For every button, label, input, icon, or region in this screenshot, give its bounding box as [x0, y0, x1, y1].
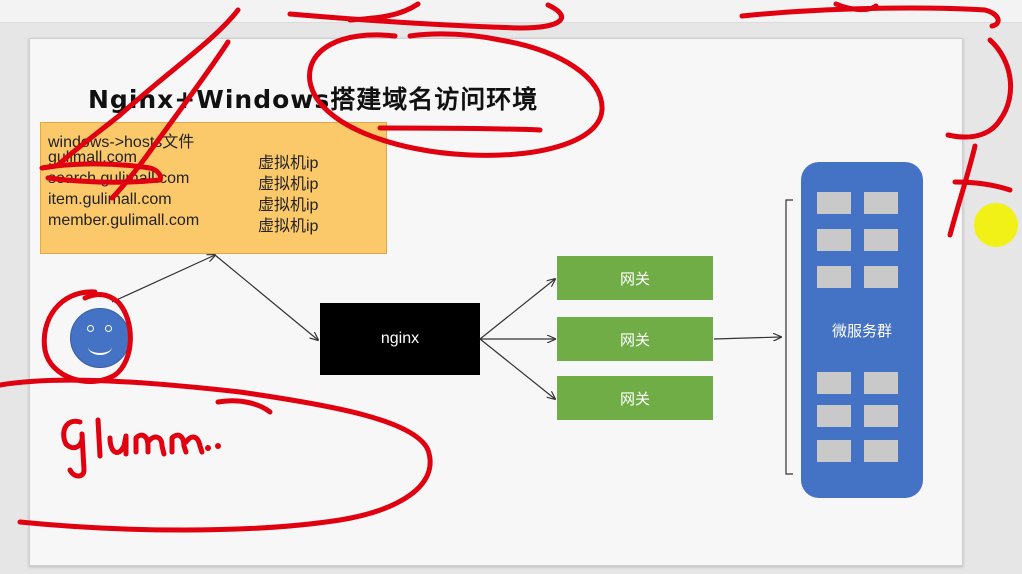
arrow-hosts-to-nginx: [214, 254, 318, 340]
ink-circle-user: [41, 289, 133, 385]
ink-loop: [0, 377, 433, 533]
ink-stroke: [109, 39, 231, 201]
ink-stroke: [215, 398, 273, 415]
ink-dots: [205, 443, 221, 451]
ink-stroke: [39, 161, 163, 185]
ink-stroke: [945, 37, 1014, 140]
ink-glyph: [95, 417, 103, 459]
arrow-nginx-to-gateway-3: [479, 338, 555, 399]
ink-underline-title: [377, 125, 543, 133]
ink-glyph: [169, 432, 205, 455]
ink-glyph: [133, 432, 167, 457]
services-bracket: [785, 199, 793, 475]
ink-stroke: [947, 143, 978, 238]
arrow-nginx-to-gateway-1: [479, 279, 555, 340]
ink-stroke: [287, 2, 564, 31]
diagram-overlay: [0, 1, 1018, 533]
arrow-gateway-to-services: [713, 337, 781, 339]
arrow-user-to-hosts: [111, 255, 215, 303]
red-ink-annotations: [0, 1, 1014, 533]
ink-stroke: [833, 1, 879, 13]
ink-stroke: [55, 7, 241, 168]
ink-stroke: [347, 1, 421, 23]
ink-glyph: [61, 418, 87, 479]
ink-circle-title: [307, 31, 605, 158]
cursor-highlight-icon: [974, 203, 1018, 247]
ink-glyph: [107, 433, 129, 457]
connector-arrows: [111, 199, 793, 475]
